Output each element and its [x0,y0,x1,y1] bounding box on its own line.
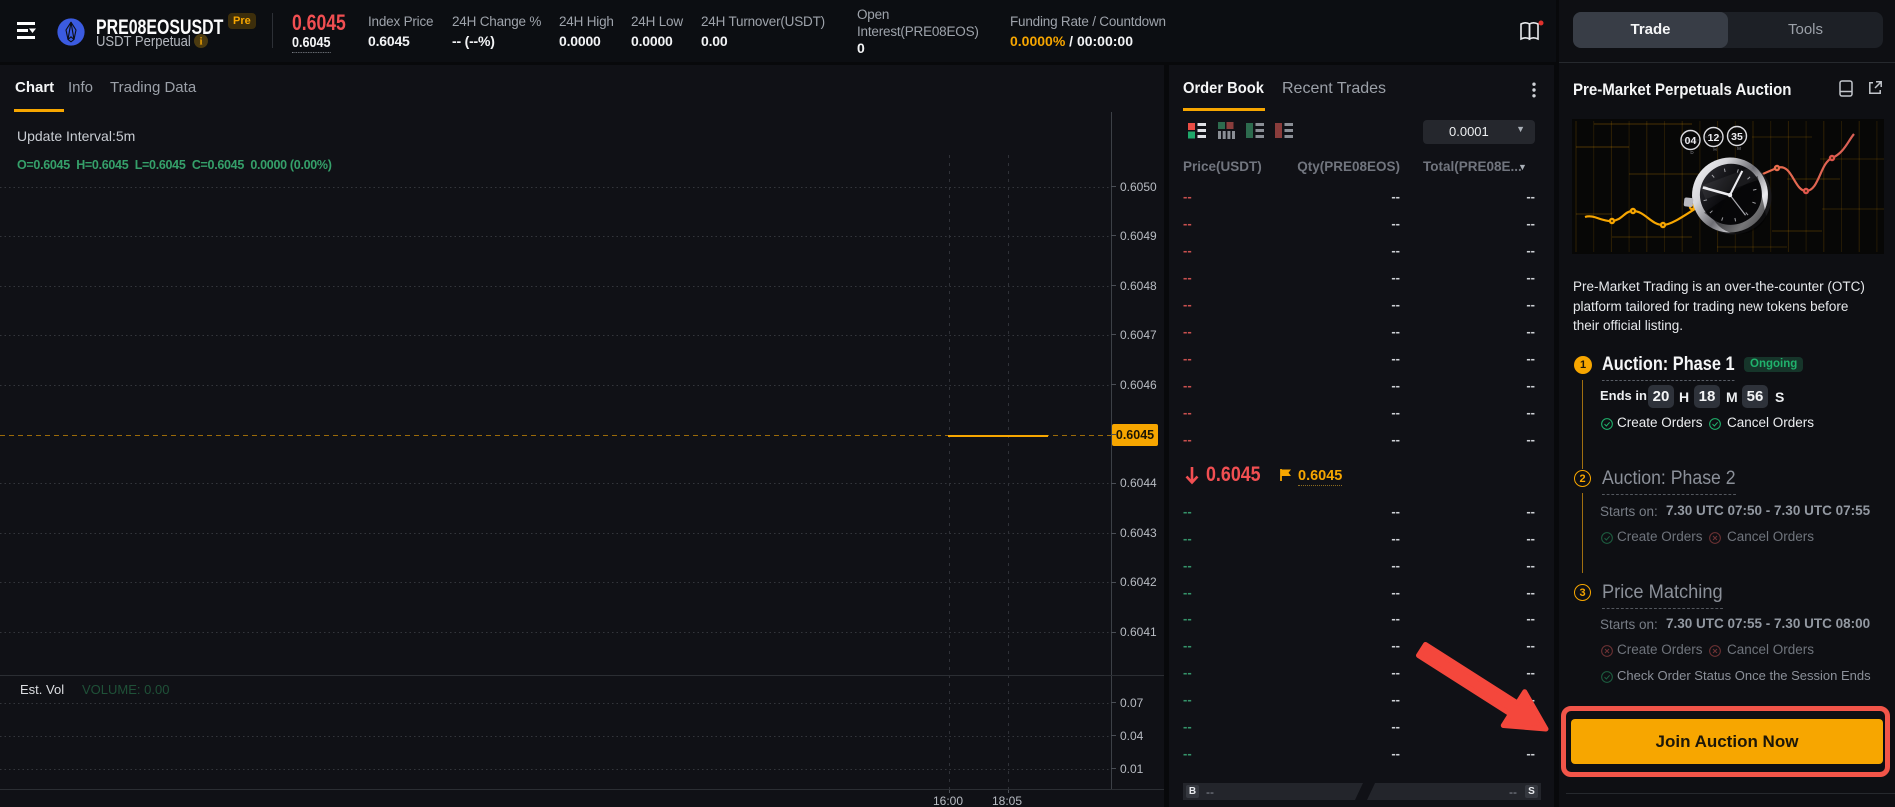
svg-text:04: 04 [1685,135,1697,147]
svg-text:35: 35 [1731,131,1743,143]
svg-text:H: H [1713,147,1716,152]
svg-text:M: M [1737,146,1741,151]
svg-text:12: 12 [1708,132,1720,144]
svg-text:i: i [200,37,203,48]
